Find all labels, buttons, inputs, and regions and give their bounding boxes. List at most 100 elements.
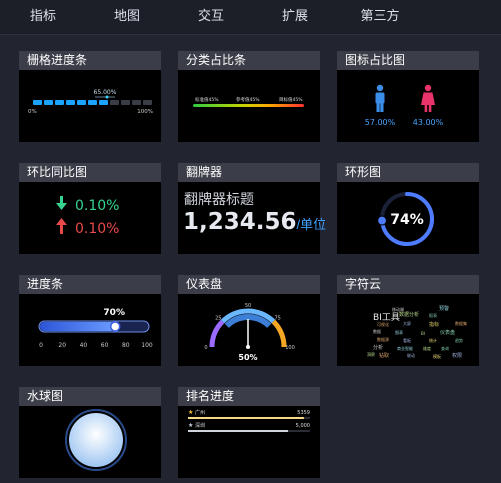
card-yoy[interactable]: 环比同比图 0.10% 0.10% — [19, 163, 161, 254]
ring-value: 74% — [390, 212, 424, 228]
wordcloud-word: 图表 — [395, 329, 403, 335]
card-body: 0.10% 0.10% — [19, 182, 161, 254]
card-title: 字符云 — [337, 275, 479, 294]
progress-chart: 70% 0 20 40 60 80 100 — [38, 308, 153, 349]
wordcloud-word: BI — [421, 331, 425, 336]
progress-tick-label: 40 — [80, 342, 88, 349]
tab-interaction[interactable]: 交互 — [188, 0, 234, 34]
category-gradient-bar — [193, 104, 304, 107]
flip-heading: 翻牌器标题 — [184, 191, 254, 207]
grid-cell — [44, 100, 53, 105]
wordcloud-word: 维度 — [423, 345, 431, 351]
gauge-chart: 0 25 50 75 100 50% — [204, 303, 295, 362]
progress-tick-label: 0 — [39, 342, 43, 349]
wordcloud-word: 统计 — [429, 337, 437, 343]
gauge-tick-label: 100 — [285, 345, 295, 351]
progress-ticks: 0 20 40 60 80 100 — [39, 342, 153, 349]
card-grid-progress[interactable]: 栅格进度条 65.00% 0% 100% — [19, 51, 161, 142]
arrow-up-icon — [56, 196, 67, 210]
rank-value-1: 5359 — [297, 410, 310, 416]
progress-knob[interactable] — [109, 321, 121, 332]
grid-cell — [55, 100, 64, 105]
card-progress[interactable]: 进度条 70% 0 20 40 60 80 100 — [19, 275, 161, 366]
card-wordcloud[interactable]: 字符云 BI工具 数据分析 报表 可视化 大屏 指标 数据 图表 BI 仪表盘 数据源 看板 统计 分析… — [337, 275, 479, 366]
wordcloud-word: 指标 — [429, 321, 439, 328]
rank-fill-2 — [188, 430, 289, 432]
tab-map[interactable]: 地图 — [104, 0, 150, 34]
wordcloud-word: 钻取 — [379, 352, 389, 359]
card-body: 0 25 50 75 100 50% — [178, 294, 320, 366]
grid-cell — [132, 100, 141, 105]
card-title: 分类占比条 — [178, 51, 320, 70]
rank-chart: ★ 广州 5359 ★ 深圳 5,000 — [188, 409, 310, 432]
female-percent: 43.00% — [413, 118, 444, 127]
wordcloud-word: 数据集 — [455, 320, 467, 326]
grid-cell — [66, 100, 75, 105]
rank-name-2: 深圳 — [195, 422, 205, 429]
card-body: 65.00% 0% 100% — [19, 70, 161, 142]
wordcloud-word: 可视化 — [377, 321, 389, 327]
card-gauge[interactable]: 仪表盘 0 25 50 75 100 50% — [178, 275, 320, 366]
top-nav: 指标 地图 交互 扩展 第三方 — [0, 0, 501, 35]
category-label-1: 标准值45% — [195, 96, 219, 103]
grid-cell — [77, 100, 86, 105]
card-title: 环比同比图 — [19, 163, 161, 182]
ring-end-dot — [376, 215, 388, 226]
up-value: 0.10% — [75, 198, 119, 214]
wordcloud-word: 报表 — [429, 312, 437, 318]
card-title: 水球图 — [19, 387, 161, 406]
tab-metrics[interactable]: 指标 — [20, 0, 66, 34]
grid-left-label: 0% — [28, 109, 37, 115]
category-bar-chart: 标准值45% 参考值45% 目标值45% — [193, 96, 304, 107]
card-ring[interactable]: 环形图 74% — [337, 163, 479, 254]
progress-tick-label: 60 — [101, 342, 109, 349]
rank-value-2: 5,000 — [296, 423, 310, 429]
card-body: ★ 广州 5359 ★ 深圳 5,000 — [178, 406, 320, 478]
rank-fill-1 — [188, 417, 304, 419]
card-body: BI工具 数据分析 报表 可视化 大屏 指标 数据 图表 BI 仪表盘 数据源 看板 统计 分析 商业智能… — [337, 294, 479, 366]
grid-cell — [110, 100, 119, 105]
gauge-tick-label: 50 — [245, 303, 251, 309]
wordcloud-word: 查询 — [441, 345, 449, 351]
down-value: 0.10% — [75, 221, 119, 237]
flip-unit: /单位 — [296, 217, 327, 232]
card-body: 70% 0 20 40 60 80 100 — [19, 294, 161, 366]
rank-row-1: ★ 广州 5359 — [188, 409, 310, 419]
wordcloud-word: 洞察 — [367, 351, 375, 357]
wordcloud-word: 模板 — [433, 353, 441, 359]
grid-cell — [143, 100, 152, 105]
card-body: 标准值45% 参考值45% 目标值45% — [178, 70, 320, 142]
progress-tick-label: 80 — [122, 342, 130, 349]
rank-row-2: ★ 深圳 5,000 — [188, 422, 310, 432]
wordcloud-word: 权限 — [452, 352, 462, 359]
gauge-value: 50% — [238, 353, 257, 362]
card-body: 57.00% 43.00% — [337, 70, 479, 142]
grid-cell — [99, 100, 108, 105]
tab-third-party[interactable]: 第三方 — [352, 0, 408, 34]
progress-value: 70% — [103, 308, 125, 318]
yoy-chart: 0.10% 0.10% — [56, 196, 119, 237]
wordcloud-word: 大屏 — [403, 320, 411, 326]
wordcloud-chart: BI工具 数据分析 报表可视化 大屏 指标数据 图表 BI 仪表盘数据源 看板 统计分析 商业智能… — [367, 305, 467, 359]
wordcloud-word: 仪表盘 — [440, 329, 455, 336]
card-title: 图标占比图 — [337, 51, 479, 70]
tab-extension[interactable]: 扩展 — [272, 0, 318, 34]
card-icon-ratio[interactable]: 图标占比图 57.00% 43.00% — [337, 51, 479, 142]
liquid-chart — [65, 409, 127, 471]
gauge-tick-label: 0 — [204, 345, 207, 351]
gauge-tick-label: 25 — [215, 315, 221, 321]
female-icon — [421, 84, 435, 112]
star-icon: ★ — [188, 409, 193, 416]
male-icon — [375, 84, 385, 112]
star-icon: ★ — [188, 422, 193, 429]
category-label-3: 目标值45% — [279, 96, 303, 103]
card-flip[interactable]: 翻牌器 翻牌器标题 1,234.56/单位 — [178, 163, 326, 254]
ring-chart: 74% — [376, 192, 434, 246]
card-category-bar[interactable]: 分类占比条 标准值45% 参考值45% 目标值45% — [178, 51, 320, 142]
card-title: 翻牌器 — [178, 163, 320, 182]
wordcloud-word: 趋势 — [455, 337, 463, 343]
progress-tick-label: 20 — [58, 342, 66, 349]
card-title: 排名进度 — [178, 387, 320, 406]
grid-right-label: 100% — [137, 109, 153, 115]
icon-ratio-chart: 57.00% 43.00% — [365, 84, 444, 127]
